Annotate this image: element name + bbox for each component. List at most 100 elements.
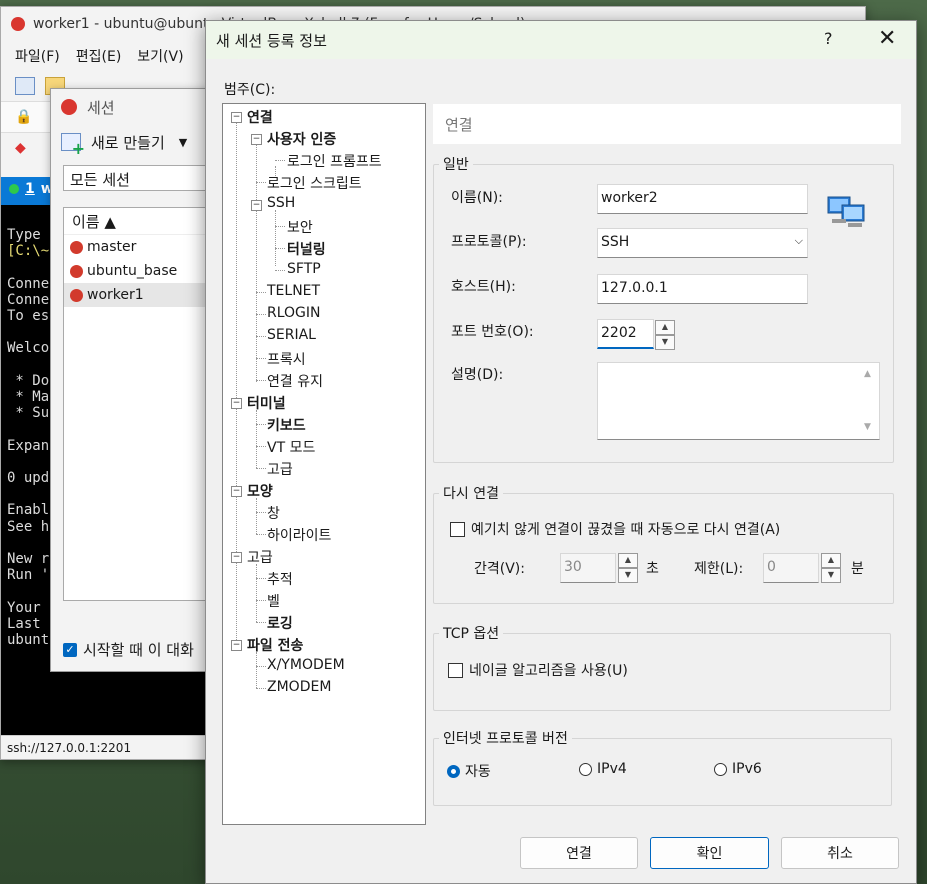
tree-ssh[interactable]: SSH [267, 195, 295, 211]
spin-down-icon[interactable]: ▼ [618, 568, 638, 583]
tree-terminal-advanced[interactable]: 고급 [267, 459, 293, 479]
spin-down-icon[interactable]: ▼ [821, 568, 841, 583]
tree-trace[interactable]: 추적 [267, 569, 293, 589]
new-session-button[interactable]: 새로 만들기 ▼ [51, 125, 231, 159]
scroll-up-icon[interactable]: ▲ [864, 369, 871, 379]
nagle-checkbox[interactable]: 네이글 알고리즘을 사용(U) [448, 660, 628, 680]
reconnect-group-label: 다시 연결 [439, 483, 503, 503]
tree-highlight[interactable]: 하이라이트 [267, 525, 331, 545]
xshell-logo-icon [61, 99, 77, 115]
limit-label: 제한(L): [694, 561, 744, 577]
tree-sftp[interactable]: SFTP [287, 261, 321, 277]
tree-security[interactable]: 보안 [287, 217, 313, 237]
collapse-icon[interactable]: − [251, 134, 262, 145]
tree-tunneling[interactable]: 터널링 [287, 239, 326, 259]
ipv4-radio[interactable]: IPv4 [579, 761, 627, 777]
tree-keyboard[interactable]: 키보드 [267, 415, 306, 435]
tree-bell[interactable]: 벨 [267, 591, 280, 611]
collapse-icon[interactable]: − [231, 486, 242, 497]
bookmark-icon[interactable]: ◆ [15, 140, 26, 156]
collapse-icon[interactable]: − [231, 398, 242, 409]
spin-up-icon[interactable]: ▲ [821, 553, 841, 568]
dialog-titlebar: 새 세션 등록 정보 ? ✕ [206, 21, 916, 59]
dropdown-arrow-icon[interactable]: ▼ [179, 136, 187, 149]
session-name: worker1 [87, 287, 144, 303]
port-label: 포트 번호(O): [451, 324, 534, 340]
protocol-select[interactable]: SSH ⌵ [597, 228, 808, 258]
tree-appearance[interactable]: 모양 [247, 481, 273, 501]
tree-zmodem[interactable]: ZMODEM [267, 679, 331, 695]
dialog-title: 새 세션 등록 정보 [216, 31, 327, 50]
spin-up-icon[interactable]: ▲ [618, 553, 638, 568]
tree-proxy[interactable]: 프록시 [267, 349, 306, 369]
session-icon [70, 288, 83, 302]
status-text: ssh://127.0.0.1:2201 [7, 740, 132, 755]
interval-stepper[interactable]: ▲ ▼ [618, 553, 638, 583]
ip-auto-radio[interactable]: 자동 [447, 761, 491, 781]
tree-serial[interactable]: SERIAL [267, 327, 316, 343]
tree-auth[interactable]: 사용자 인증 [267, 129, 336, 149]
session-icon [70, 264, 83, 278]
collapse-icon[interactable]: − [231, 552, 242, 563]
limit-stepper[interactable]: ▲ ▼ [821, 553, 841, 583]
port-input[interactable]: 2202 [597, 319, 654, 349]
ip-version-group [433, 738, 892, 806]
category-tree: − 연결 − 사용자 인증 로그인 프롬프트 로그인 스크립트 − SSH 보안… [222, 103, 426, 825]
tree-login-script[interactable]: 로그인 스크립트 [267, 173, 362, 193]
panel-header: 연결 [433, 104, 901, 144]
tree-telnet[interactable]: TELNET [267, 283, 320, 299]
protocol-label: 프로토콜(P): [451, 234, 527, 250]
protocol-value: SSH [601, 234, 630, 250]
cancel-button[interactable]: 취소 [781, 837, 899, 869]
tree-vt-mode[interactable]: VT 모드 [267, 437, 315, 457]
ok-button[interactable]: 확인 [650, 837, 769, 869]
tree-rlogin[interactable]: RLOGIN [267, 305, 321, 321]
menu-file[interactable]: 파일(F) [15, 46, 60, 66]
spin-up-icon[interactable]: ▲ [655, 320, 675, 335]
session-tab[interactable]: 1 w [9, 181, 54, 197]
collapse-icon[interactable]: − [231, 640, 242, 651]
scroll-down-icon[interactable]: ▼ [864, 422, 871, 432]
ipv4-label: IPv4 [597, 761, 627, 777]
new-session-label: 새로 만들기 [91, 133, 165, 152]
tree-file-transfer[interactable]: 파일 전송 [247, 635, 303, 655]
menu-view[interactable]: 보기(V) [137, 46, 183, 66]
ipv6-radio[interactable]: IPv6 [714, 761, 762, 777]
interval-unit: 초 [646, 561, 659, 577]
help-button[interactable]: ? [824, 29, 833, 48]
tree-terminal[interactable]: 터미널 [247, 393, 286, 413]
radio-icon [714, 762, 727, 776]
spin-down-icon[interactable]: ▼ [655, 335, 675, 350]
new-session-icon [61, 133, 85, 158]
session-name: master [87, 239, 137, 255]
category-label: 범주(C): [224, 82, 276, 98]
collapse-icon[interactable]: − [251, 200, 262, 211]
host-input[interactable]: 127.0.0.1 [597, 274, 808, 304]
connect-button[interactable]: 연결 [520, 837, 638, 869]
tree-window[interactable]: 창 [267, 503, 280, 523]
sessions-titlebar: 세션 [51, 89, 231, 125]
close-button[interactable]: ✕ [878, 26, 896, 51]
computer-network-icon [827, 196, 865, 227]
description-textarea[interactable] [597, 362, 880, 440]
tree-connection[interactable]: 연결 [247, 107, 273, 127]
port-stepper[interactable]: ▲ ▼ [655, 320, 675, 350]
collapse-icon[interactable]: − [231, 112, 242, 123]
checkbox-box [450, 521, 465, 537]
limit-input[interactable]: 0 [763, 553, 819, 583]
tree-logging[interactable]: 로깅 [267, 613, 293, 633]
tree-xymodem[interactable]: X/YMODEM [267, 657, 345, 673]
name-input[interactable]: worker2 [597, 184, 808, 214]
tree-login-prompt[interactable]: 로그인 프롬프트 [287, 151, 382, 171]
auto-reconnect-checkbox[interactable]: 예기치 않게 연결이 끊겼을 때 자동으로 다시 연결(A) [450, 519, 780, 539]
menu-edit[interactable]: 편집(E) [76, 46, 122, 66]
interval-input[interactable]: 30 [560, 553, 616, 583]
checkbox-box [448, 662, 463, 678]
radio-selected-icon [447, 764, 460, 778]
auto-reconnect-label: 예기치 않게 연결이 끊겼을 때 자동으로 다시 연결(A) [471, 522, 781, 538]
startup-checkbox[interactable]: ✓ 시작할 때 이 대화 [63, 639, 194, 660]
tree-keepalive[interactable]: 연결 유지 [267, 371, 323, 391]
tree-advanced[interactable]: 고급 [247, 547, 273, 567]
nagle-label: 네이글 알고리즘을 사용(U) [469, 663, 628, 679]
new-session-icon[interactable] [15, 77, 35, 95]
